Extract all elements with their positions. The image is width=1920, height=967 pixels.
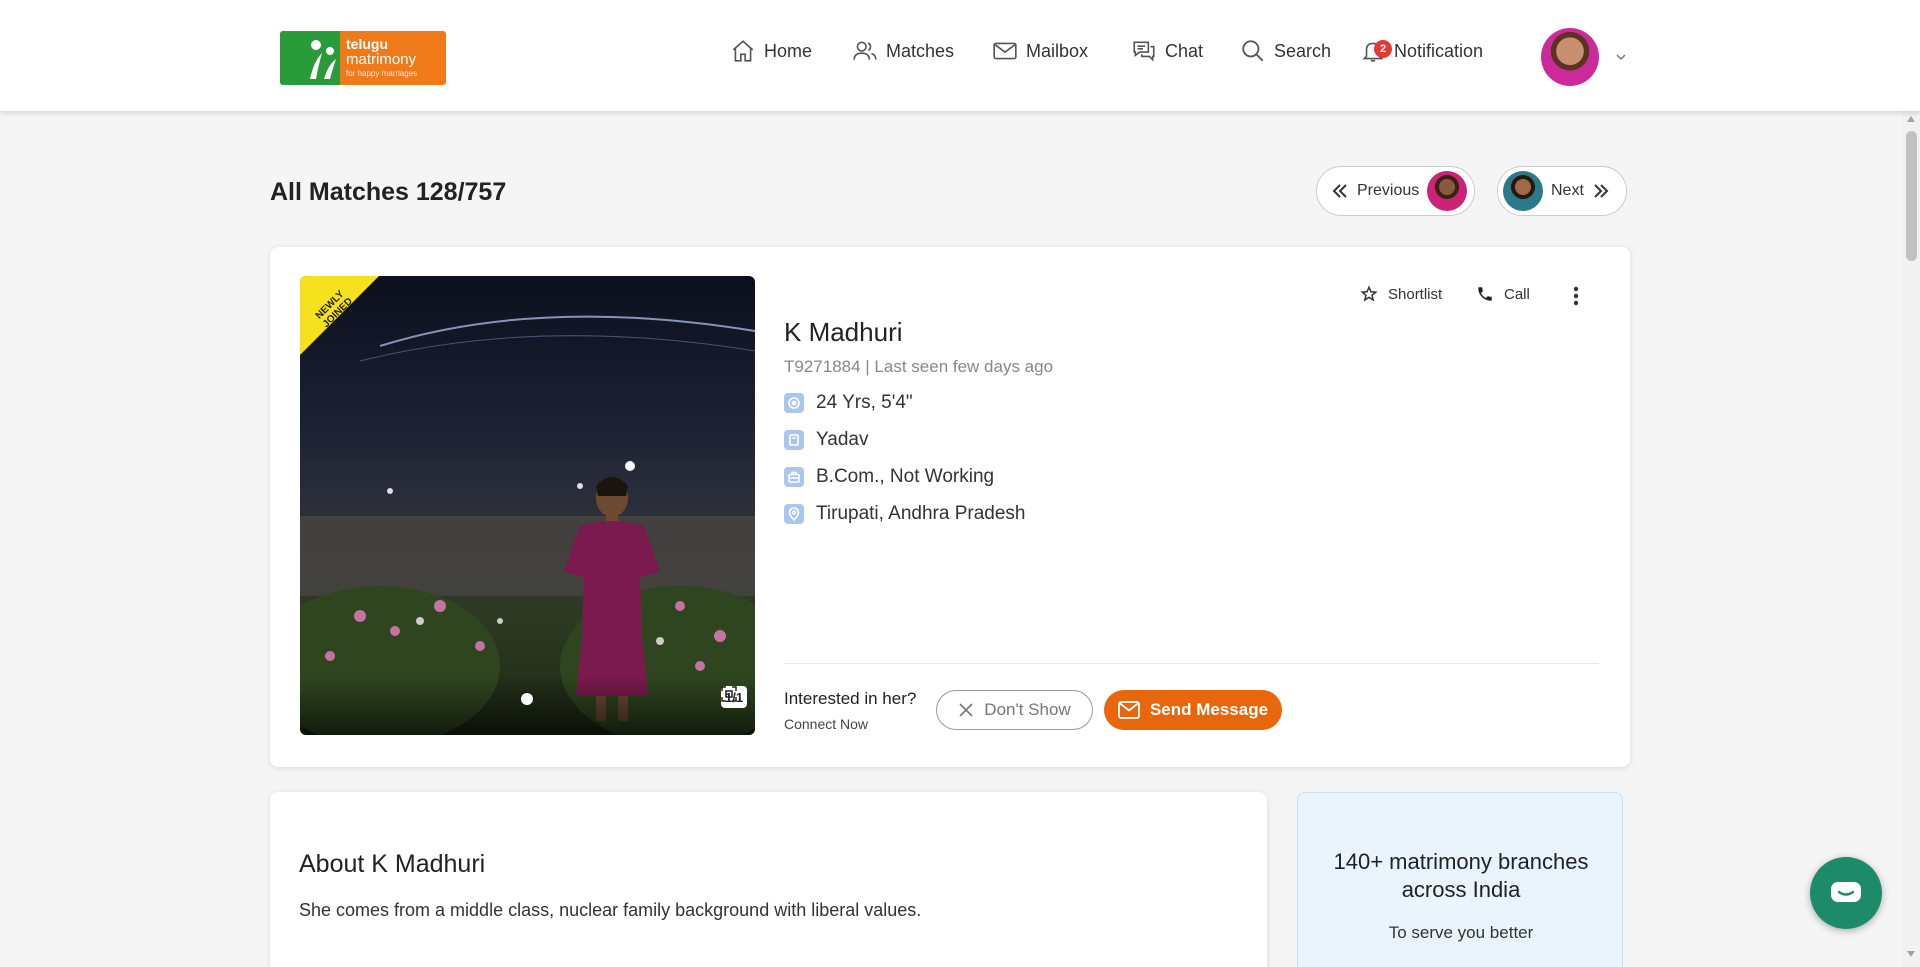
about-title: About K Madhuri [299, 850, 486, 878]
call-label: Call [1504, 285, 1530, 303]
nav-mailbox-label: Mailbox [1026, 40, 1089, 61]
logo-text-matrimony: matrimony [346, 51, 417, 68]
interest-question: Interested in her? [784, 689, 917, 708]
profile-id-last-seen: T9271884 | Last seen few days ago [784, 357, 1054, 376]
chat-bubble-icon [1831, 882, 1861, 902]
star-icon [1360, 285, 1378, 302]
nav-home-label: Home [764, 40, 813, 61]
chat-icon [1133, 41, 1155, 62]
home-icon [732, 40, 754, 62]
send-message-label: Send Message [1149, 700, 1269, 719]
attr-age-height: 24 Yrs, 5'4" [784, 392, 913, 414]
age-icon [784, 393, 804, 413]
profile-photo[interactable]: NEWLY JOINED 1/1 [300, 276, 755, 735]
next-profile-avatar [1503, 171, 1543, 211]
chevron-double-right-icon [1594, 184, 1609, 198]
branches-title: 140+ matrimony branches across India [1333, 849, 1589, 902]
nav-notification[interactable]: 2 Notification [1360, 38, 1483, 64]
carousel-dot[interactable] [521, 693, 533, 705]
dont-show-button[interactable]: Don't Show [936, 690, 1093, 730]
shortlist-label: Shortlist [1388, 285, 1443, 303]
previous-profile-avatar [1427, 171, 1468, 211]
scroll-down-arrow[interactable] [1907, 951, 1915, 957]
logo-couple-icon [310, 40, 336, 79]
close-icon [959, 703, 973, 717]
next-label: Next [1551, 182, 1584, 199]
scroll-up-arrow[interactable] [1907, 116, 1915, 122]
nav-chat-label: Chat [1165, 40, 1204, 61]
next-profile-button[interactable]: Next [1497, 166, 1627, 216]
branches-subtitle: To serve you better [1388, 923, 1534, 942]
profile-card: NEWLY JOINED 1/1 Shortlist Call K Madhur… [270, 247, 1630, 767]
nav-notification-label: Notification [1394, 40, 1484, 61]
nav-matches-label: Matches [886, 40, 955, 61]
logo-tagline: for happy marriages [346, 69, 418, 78]
previous-profile-button[interactable]: Previous [1316, 166, 1475, 216]
shortlist-button[interactable]: Shortlist [1360, 285, 1442, 303]
location-icon [784, 504, 804, 524]
mail-icon [1118, 701, 1140, 719]
expand-icon [721, 686, 737, 702]
attr-education: B.Com., Not Working [784, 466, 994, 488]
attr-location-text: Tirupati, Andhra Pradesh [816, 503, 1026, 524]
nav-search[interactable]: Search [1240, 38, 1331, 64]
chat-support-button[interactable] [1810, 857, 1882, 929]
photo-counter[interactable]: 1/1 [721, 686, 748, 708]
nav-mailbox[interactable]: Mailbox [992, 38, 1088, 64]
page-title: All Matches 128/757 [270, 178, 507, 206]
telugu-matrimony-logo[interactable]: telugu matrimony for happy marriages [280, 31, 446, 85]
send-message-button[interactable]: Send Message [1104, 690, 1282, 730]
caste-icon [784, 430, 804, 450]
search-icon [1242, 40, 1264, 62]
top-header: telugu matrimony for happy marriages Hom… [0, 0, 1920, 111]
attr-education-text: B.Com., Not Working [816, 466, 995, 487]
education-icon [784, 467, 804, 487]
chevron-down-icon[interactable] [1614, 50, 1628, 64]
profile-name: K Madhuri [784, 317, 903, 347]
phone-icon [1478, 287, 1492, 301]
about-section: About K Madhuri She comes from a middle … [270, 792, 1267, 967]
bell-wrap: 2 [1360, 38, 1392, 64]
attr-location: Tirupati, Andhra Pradesh [784, 503, 1025, 525]
user-avatar[interactable] [1541, 28, 1599, 86]
card-divider [784, 663, 1599, 664]
nav-search-label: Search [1274, 40, 1332, 61]
about-text: She comes from a middle class, nuclear f… [299, 900, 922, 920]
previous-label: Previous [1357, 182, 1420, 199]
attr-caste-text: Yadav [816, 429, 869, 450]
branches-promo[interactable]: 140+ matrimony branches across India To … [1297, 792, 1623, 967]
scroll-thumb[interactable] [1906, 131, 1917, 261]
dont-show-label: Don't Show [984, 700, 1071, 719]
call-button[interactable]: Call [1476, 285, 1530, 303]
nav-matches[interactable]: Matches [852, 38, 954, 64]
mail-icon [993, 42, 1017, 60]
chevron-double-left-icon [1332, 184, 1347, 198]
more-vertical-icon[interactable] [1572, 285, 1580, 307]
attr-age-height-text: 24 Yrs, 5'4" [816, 392, 913, 413]
nav-home[interactable]: Home [730, 38, 812, 64]
attr-caste: Yadav [784, 429, 868, 451]
logo-text-telugu: telugu [346, 36, 388, 52]
nav-chat[interactable]: Chat [1131, 38, 1203, 64]
users-icon [853, 41, 877, 60]
notification-count-badge: 2 [1374, 40, 1392, 58]
page-scrollbar[interactable] [1903, 111, 1920, 967]
interest-subtext: Connect Now [784, 716, 869, 732]
